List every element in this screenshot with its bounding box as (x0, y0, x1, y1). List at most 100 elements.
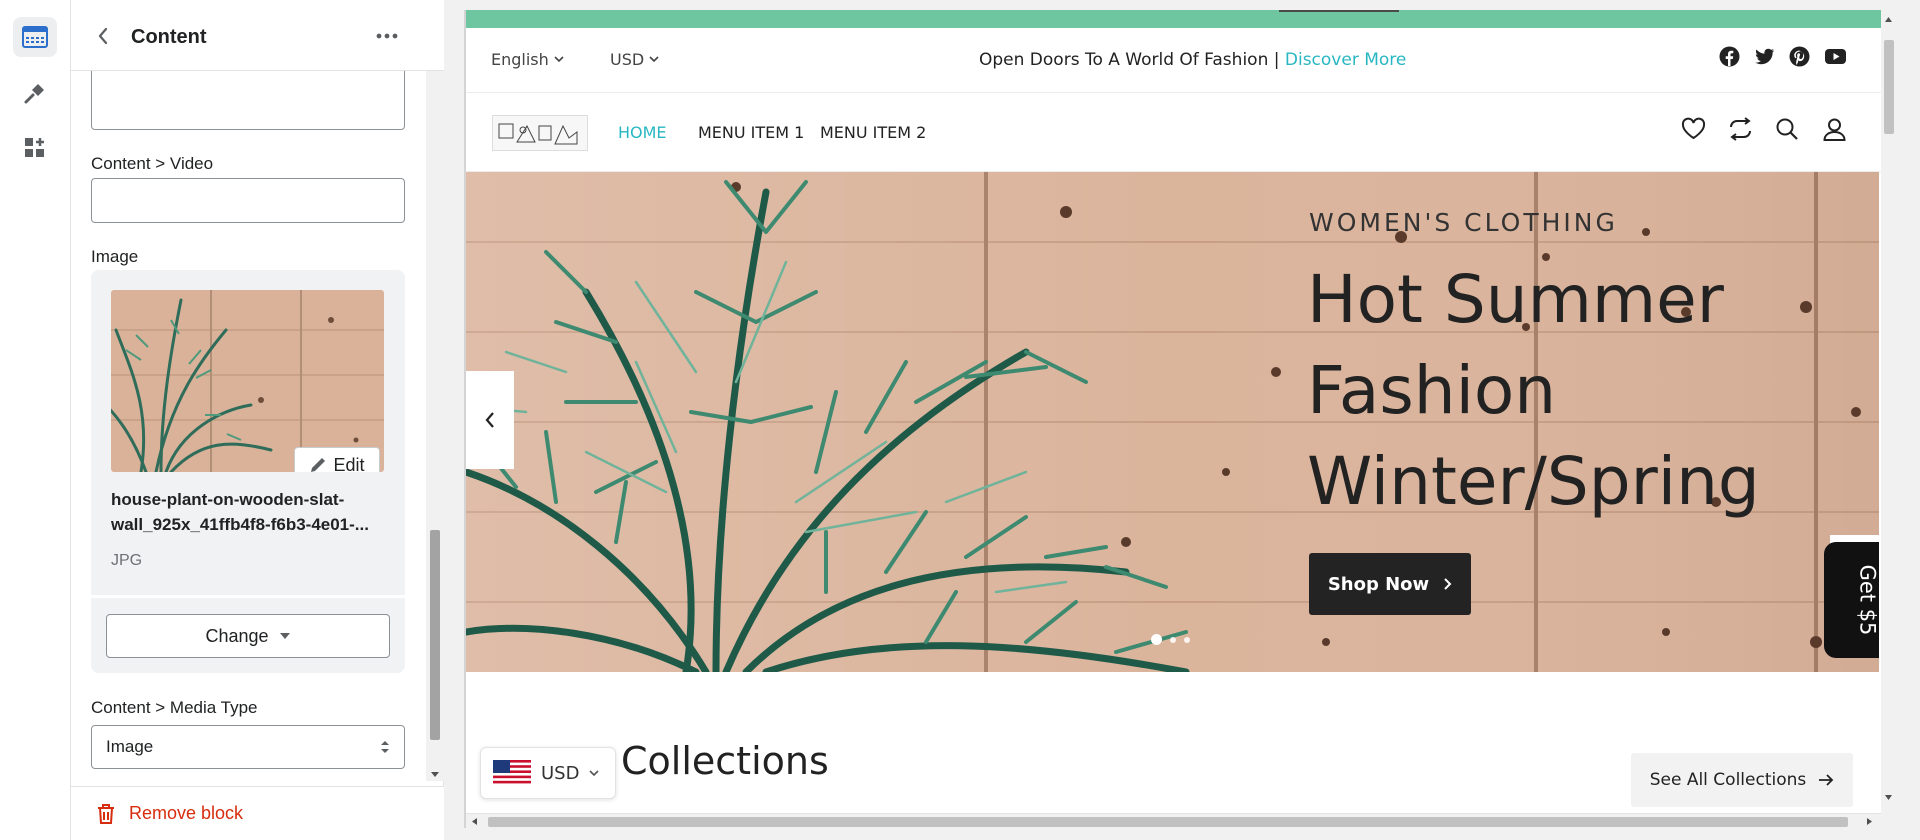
main-navigation: HOME MENU ITEM 1 MENU ITEM 2 (466, 94, 1881, 172)
header-icons (1681, 117, 1847, 141)
social-links (1719, 46, 1847, 67)
wishlist-heart-icon[interactable] (1681, 117, 1706, 141)
language-label: English (491, 50, 549, 69)
back-button[interactable] (89, 22, 117, 50)
compare-arrows-icon[interactable] (1728, 117, 1753, 141)
currency-dropdown[interactable]: USD (610, 50, 659, 69)
scroll-down-arrow-icon[interactable] (1884, 794, 1893, 801)
chevron-left-icon (98, 27, 108, 45)
ellipsis-icon (376, 33, 398, 39)
account-user-icon[interactable] (1822, 117, 1847, 141)
pinterest-icon[interactable] (1789, 46, 1810, 67)
nav-home[interactable]: HOME (618, 123, 667, 142)
image-file-name: house-plant-on-wooden-slat- wall_925x_41… (111, 487, 386, 537)
facebook-icon[interactable] (1719, 46, 1740, 67)
currency-selector-label: USD (541, 762, 580, 784)
youtube-icon[interactable] (1824, 46, 1847, 67)
band-notch (1279, 10, 1399, 12)
video-field-label: Content > Video (91, 154, 214, 173)
slide-dot-1[interactable] (1151, 634, 1162, 645)
editor-icon-rail (0, 0, 71, 840)
language-dropdown[interactable]: English (491, 50, 564, 69)
file-name-line-1: house-plant-on-wooden-slat- (111, 490, 345, 509)
trash-icon (98, 803, 114, 824)
preview-horizontal-scrollbar[interactable] (466, 813, 1881, 828)
chevron-down-icon (649, 56, 659, 63)
store-logo[interactable] (492, 115, 588, 151)
edit-label: Edit (333, 454, 365, 473)
us-flag-icon (493, 760, 531, 786)
hero-title: Hot Summer Fashion Winter/Spring (1307, 254, 1827, 527)
sections-icon[interactable] (13, 17, 57, 57)
caret-down-icon (279, 633, 290, 639)
remove-block-label: Remove block (129, 803, 244, 823)
hero-title-line-1: Hot Summer (1307, 261, 1724, 338)
preview-vertical-scrollbar[interactable] (1881, 10, 1896, 813)
change-label: Change (205, 625, 269, 646)
content-textarea[interactable] (91, 71, 405, 130)
chevron-down-icon (554, 56, 564, 63)
chevron-left-icon (485, 412, 494, 428)
scroll-up-arrow-icon[interactable] (1884, 16, 1893, 23)
chevron-down-icon (589, 769, 600, 776)
panel-title: Content (131, 26, 207, 48)
preview-vertical-thumb[interactable] (1884, 40, 1894, 134)
shop-now-button[interactable]: Shop Now (1309, 553, 1471, 615)
card-divider (91, 595, 405, 598)
discover-more-link[interactable]: Discover More (1285, 50, 1406, 70)
search-icon[interactable] (1775, 117, 1800, 141)
see-all-collections-button[interactable]: See All Collections (1631, 753, 1853, 807)
panel-footer: Remove block (71, 786, 444, 840)
media-type-value: Image (106, 737, 154, 756)
edit-image-button[interactable]: Edit (294, 447, 380, 472)
slide-dots (1151, 634, 1190, 645)
theme-editor: Content Content > Video Image Edit house… (0, 0, 1920, 840)
block-settings-panel: Content Content > Video Image Edit house… (71, 0, 444, 840)
hero-subtitle: WOMEN'S CLOTHING (1309, 208, 1618, 237)
panel-scroll-thumb[interactable] (430, 530, 440, 740)
theme-settings-icon[interactable] (13, 73, 57, 113)
shop-now-label: Shop Now (1327, 573, 1430, 595)
slide-dot-2[interactable] (1170, 636, 1176, 643)
hero-title-line-3: Winter/Spring (1307, 443, 1760, 520)
change-image-button[interactable]: Change (106, 614, 390, 658)
nav-menu-item-2[interactable]: MENU ITEM 2 (820, 123, 926, 142)
file-name-line-2: wall_925x_41ffb4f8-f6b3-4e01-... (111, 515, 369, 534)
announcement-text: Open Doors To A World Of Fashion | Disco… (979, 50, 1406, 70)
storefront-preview: English USD Open Doors To A World Of Fas… (466, 10, 1881, 828)
top-color-band (466, 10, 1881, 28)
preview-horizontal-thumb[interactable] (488, 817, 1848, 827)
slide-prev-button[interactable] (466, 371, 514, 469)
panel-scroll-area: Content > Video Image Edit house-plant-o… (71, 71, 426, 781)
twitter-icon[interactable] (1754, 46, 1775, 67)
select-arrows-icon (381, 741, 389, 753)
image-file-type: JPG (111, 552, 143, 569)
arrow-right-icon (1819, 774, 1834, 786)
currency-selector[interactable]: USD (480, 747, 616, 799)
chevron-right-icon (1444, 578, 1452, 590)
panel-scrollbar[interactable] (426, 0, 444, 781)
remove-block-button[interactable]: Remove block (97, 803, 243, 824)
collections-heading: Collections (621, 739, 829, 783)
currency-label: USD (610, 50, 645, 69)
more-actions-button[interactable] (369, 22, 405, 50)
image-picker-card: Edit house-plant-on-wooden-slat- wall_92… (91, 270, 405, 673)
announcement-bar: English USD Open Doors To A World Of Fas… (466, 28, 1881, 93)
app-blocks-icon[interactable] (13, 128, 57, 168)
hero-slideshow: WOMEN'S CLOTHING Hot Summer Fashion Wint… (466, 172, 1879, 672)
nav-menu-item-1[interactable]: MENU ITEM 1 (698, 123, 804, 142)
media-type-select[interactable]: Image (91, 725, 405, 769)
slide-dot-3[interactable] (1184, 636, 1190, 643)
scroll-right-arrow-icon[interactable] (1866, 817, 1873, 826)
video-field[interactable] (91, 178, 405, 223)
pencil-icon (311, 458, 326, 472)
scroll-left-arrow-icon[interactable] (471, 817, 478, 826)
hero-title-line-2: Fashion (1307, 352, 1557, 429)
image-thumbnail[interactable]: Edit (111, 290, 384, 472)
announcement-message: Open Doors To A World Of Fashion | (979, 50, 1280, 70)
image-field-label: Image (91, 247, 139, 266)
get-5-label: Get $5 (1855, 564, 1879, 636)
panel-header: Content (71, 0, 444, 71)
media-type-label: Content > Media Type (91, 698, 258, 717)
scroll-down-arrow-icon[interactable] (430, 771, 440, 779)
